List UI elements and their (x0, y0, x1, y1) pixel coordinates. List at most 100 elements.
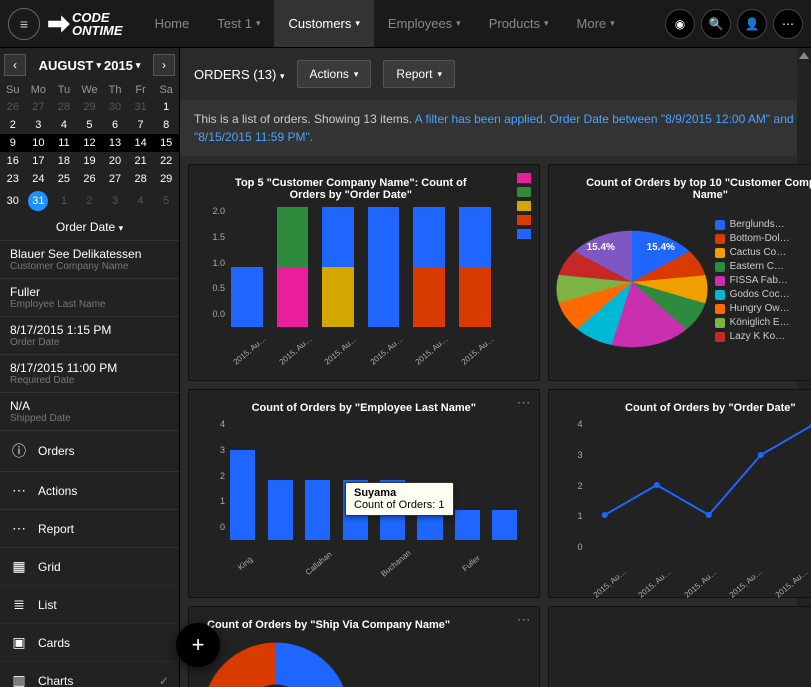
legend-item[interactable]: FISSA Fab… (715, 275, 811, 286)
calendar-day[interactable]: 11 (51, 134, 77, 152)
calendar-day[interactable]: 30 (0, 188, 26, 214)
tooltip-value: Count of Orders: 1 (354, 499, 445, 511)
calendar-day[interactable]: 18 (51, 152, 77, 170)
calendar-day[interactable]: 9 (0, 134, 26, 152)
search-button[interactable]: 🔍 (701, 9, 731, 39)
calendar-title[interactable]: AUGUST ▾ 2015 ▾ (39, 58, 141, 73)
calendar-day[interactable]: 19 (77, 152, 103, 170)
calendar-day[interactable]: 27 (102, 170, 128, 188)
calendar-day[interactable]: 15 (153, 134, 179, 152)
calendar-day[interactable]: 26 (0, 98, 26, 116)
nav-tab-customers[interactable]: Customers▾ (274, 0, 373, 47)
nav-tab-employees[interactable]: Employees▾ (374, 0, 475, 47)
sidebar: ‹ AUGUST ▾ 2015 ▾ › SuMoTuWeThFrSa 26272… (0, 48, 180, 687)
legend-item[interactable]: Bottom-Dol… (715, 233, 811, 244)
menuitem-report[interactable]: ⋯Report (0, 509, 179, 547)
legend-item[interactable]: Königlich E… (715, 317, 811, 328)
calendar-day[interactable]: 20 (102, 152, 128, 170)
add-fab-button[interactable]: + (176, 623, 220, 667)
calendar-day[interactable]: 13 (102, 134, 128, 152)
calendar-day[interactable]: 14 (128, 134, 154, 152)
calendar-day[interactable]: 2 (0, 116, 26, 134)
calendar-prev-button[interactable]: ‹ (4, 54, 26, 76)
calendar-day[interactable]: 10 (26, 134, 52, 152)
calendar-day[interactable]: 31 (26, 188, 52, 214)
eye-icon: ◉ (675, 17, 685, 31)
chart-tooltip: Suyama Count of Orders: 1 (345, 482, 454, 516)
more-button[interactable]: ⋯ (773, 9, 803, 39)
calendar-day[interactable]: 5 (153, 188, 179, 214)
legend-item[interactable]: Berglunds… (715, 219, 811, 230)
calendar-day[interactable]: 6 (102, 116, 128, 134)
menuitem-actions[interactable]: ⋯Actions (0, 471, 179, 509)
calendar-month: AUGUST (39, 58, 94, 73)
calendar-day[interactable]: 5 (77, 116, 103, 134)
calendar-day[interactable]: 21 (128, 152, 154, 170)
calendar-day[interactable]: 28 (51, 98, 77, 116)
calendar-day[interactable]: 2 (77, 188, 103, 214)
calendar-day[interactable]: 1 (51, 188, 77, 214)
calendar-day[interactable]: 22 (153, 152, 179, 170)
menuitem-list[interactable]: ≣List (0, 585, 179, 623)
detail-row[interactable]: 8/17/2015 1:15 PMOrder Date (0, 316, 179, 354)
menu-toggle-button[interactable]: ≡ (8, 8, 40, 40)
legend-item[interactable]: Godos Coc… (715, 289, 811, 300)
panel-employee-bar: ⋯ Count of Orders by "Employee Last Name… (188, 389, 540, 598)
nav-tab-test-1[interactable]: Test 1▾ (203, 0, 274, 47)
detail-row[interactable]: Blauer See DelikatessenCustomer Company … (0, 240, 179, 278)
calendar-day[interactable]: 4 (128, 188, 154, 214)
calendar-day[interactable]: 26 (77, 170, 103, 188)
calendar-day[interactable]: 1 (153, 98, 179, 116)
calendar-day[interactable]: 30 (102, 98, 128, 116)
panel-menu-button[interactable]: ⋯ (517, 611, 533, 628)
weekday-header: Th (102, 82, 128, 98)
dots-icon: ⋯ (782, 17, 794, 31)
report-button[interactable]: Report▾ (383, 60, 455, 88)
calendar-day[interactable]: 27 (26, 98, 52, 116)
calendar-day[interactable]: 24 (26, 170, 52, 188)
calendar-day[interactable]: 23 (0, 170, 26, 188)
calendar-day[interactable]: 4 (51, 116, 77, 134)
calendar-field-selector[interactable]: Order Date ▾ (0, 214, 179, 240)
calendar-next-button[interactable]: › (153, 54, 175, 76)
panel-menu-button[interactable]: ⋯ (517, 394, 533, 411)
chevron-down-icon: ▾ (136, 60, 141, 71)
chevron-down-icon: ▾ (256, 18, 261, 29)
legend-item[interactable]: Eastern C… (715, 261, 811, 272)
calendar-day[interactable]: 25 (51, 170, 77, 188)
actions-button[interactable]: Actions▾ (297, 60, 372, 88)
calendar-day[interactable]: 7 (128, 116, 154, 134)
panel-shipvia-donut: ⋯ Count of Orders by "Ship Via Company N… (188, 606, 540, 687)
legend-pager[interactable]: ▲ 1/2 ▼ (557, 361, 811, 372)
menuitem-charts[interactable]: ▥Charts✓ (0, 661, 179, 687)
legend-item[interactable]: Lazy K Ko… (715, 331, 811, 342)
detail-row[interactable]: FullerEmployee Last Name (0, 278, 179, 316)
menuitem-grid[interactable]: ▦Grid (0, 547, 179, 585)
calendar-day[interactable]: 28 (128, 170, 154, 188)
nav-tab-more[interactable]: More▾ (563, 0, 629, 47)
detail-row[interactable]: N/AShipped Date (0, 392, 179, 430)
calendar-day[interactable]: 12 (77, 134, 103, 152)
scroll-up-icon (799, 52, 809, 59)
calendar-day[interactable]: 31 (128, 98, 154, 116)
menuitem-orders[interactable]: ⓘOrders (0, 430, 179, 471)
detail-row[interactable]: 8/17/2015 11:00 PMRequired Date (0, 354, 179, 392)
detail-label: Employee Last Name (10, 299, 169, 310)
page-title[interactable]: ORDERS (13) ▾ (194, 67, 285, 82)
menuitem-cards[interactable]: ▣Cards (0, 623, 179, 661)
legend-item[interactable]: Hungry Ow… (715, 303, 811, 314)
calendar-day[interactable]: 29 (77, 98, 103, 116)
menu-icon: ≣ (10, 596, 28, 613)
nav-tab-home[interactable]: Home (141, 0, 204, 47)
view-toggle-button[interactable]: ◉ (665, 9, 695, 39)
calendar-day[interactable]: 3 (102, 188, 128, 214)
calendar-day[interactable]: 29 (153, 170, 179, 188)
menu-icon: ⓘ (10, 441, 28, 461)
calendar-day[interactable]: 8 (153, 116, 179, 134)
calendar-day[interactable]: 16 (0, 152, 26, 170)
legend-item[interactable]: Cactus Co… (715, 247, 811, 258)
nav-tab-products[interactable]: Products▾ (475, 0, 563, 47)
user-button[interactable]: 👤 (737, 9, 767, 39)
calendar-day[interactable]: 17 (26, 152, 52, 170)
calendar-day[interactable]: 3 (26, 116, 52, 134)
